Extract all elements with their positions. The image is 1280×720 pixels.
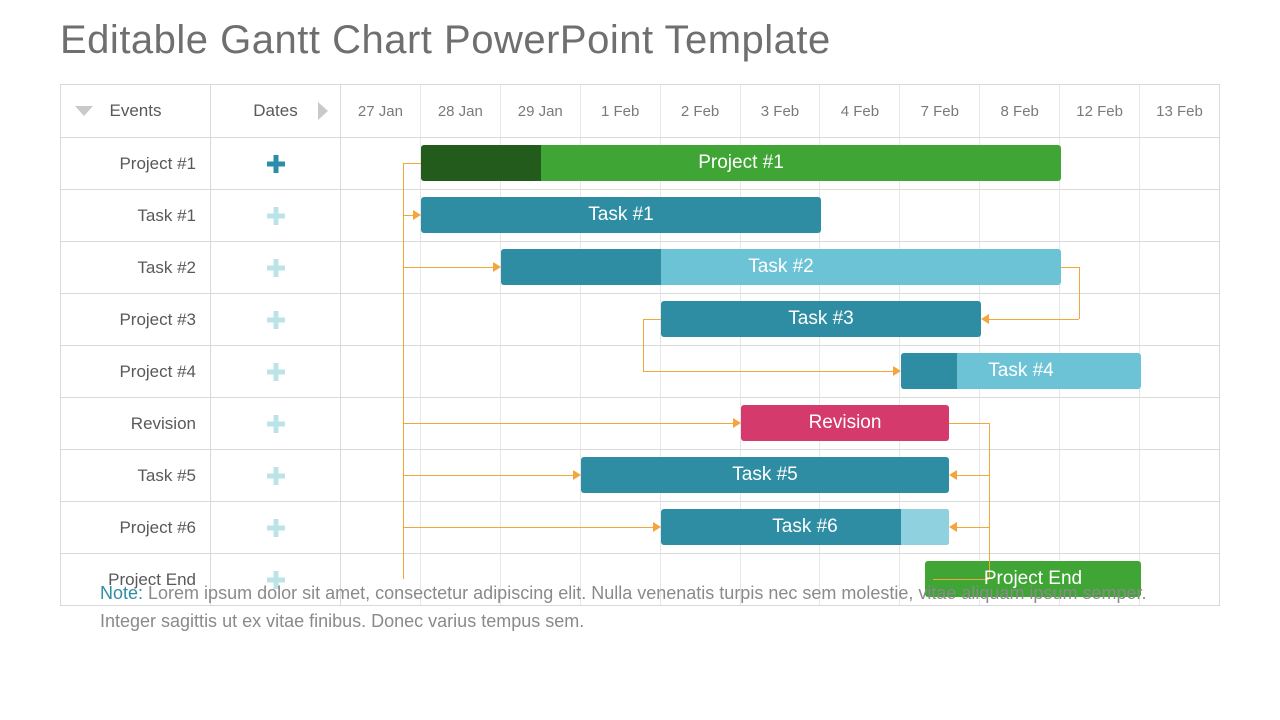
gantt-chart: Events Dates 27 Jan28 Jan29 Jan1 Feb2 Fe…	[60, 84, 1220, 606]
row-label: Revision	[61, 398, 211, 449]
header-dates-label: Dates	[253, 101, 297, 121]
row-expand[interactable]	[211, 450, 341, 501]
note-text: Lorem ipsum dolor sit amet, consectetur …	[100, 583, 1146, 631]
row-expand[interactable]	[211, 138, 341, 189]
task-bar[interactable]: Revision	[741, 405, 949, 441]
row-label: Task #2	[61, 242, 211, 293]
row-expand[interactable]	[211, 398, 341, 449]
task-bar-label: Task #4	[988, 360, 1053, 382]
task-bar-label: Task #6	[772, 516, 837, 538]
row-label: Project #6	[61, 502, 211, 553]
page-title: Editable Gantt Chart PowerPoint Template	[60, 18, 831, 63]
task-bar-label: Project End	[984, 568, 1082, 590]
gantt-row: Project #6	[61, 501, 1219, 553]
row-expand[interactable]	[211, 346, 341, 397]
row-label: Project #4	[61, 346, 211, 397]
task-bar[interactable]: Task #1	[421, 197, 821, 233]
task-bar[interactable]: Task #4	[901, 353, 1141, 389]
chevron-right-icon[interactable]	[318, 102, 328, 120]
gantt-row: Project #3	[61, 293, 1219, 345]
task-bar-label: Task #2	[748, 256, 813, 278]
task-bar[interactable]: Task #6	[661, 509, 949, 545]
plus-icon[interactable]	[267, 207, 285, 225]
plus-icon[interactable]	[267, 311, 285, 329]
date-col: 7 Feb	[900, 85, 980, 137]
date-col: 29 Jan	[501, 85, 581, 137]
header-events[interactable]: Events	[61, 85, 211, 137]
date-col: 3 Feb	[741, 85, 821, 137]
date-col: 2 Feb	[661, 85, 741, 137]
gantt-row: Revision	[61, 397, 1219, 449]
task-bar-label: Task #1	[588, 204, 653, 226]
date-col: 28 Jan	[421, 85, 501, 137]
task-bar[interactable]: Task #3	[661, 301, 981, 337]
plus-icon[interactable]	[267, 415, 285, 433]
header-events-label: Events	[110, 101, 162, 121]
row-expand[interactable]	[211, 502, 341, 553]
plus-icon[interactable]	[267, 259, 285, 277]
date-col: 12 Feb	[1060, 85, 1140, 137]
row-expand[interactable]	[211, 242, 341, 293]
note-label: Note:	[100, 583, 143, 603]
timeline-header: 27 Jan28 Jan29 Jan1 Feb2 Feb3 Feb4 Feb7 …	[341, 85, 1219, 137]
gantt-header-row: Events Dates 27 Jan28 Jan29 Jan1 Feb2 Fe…	[61, 85, 1219, 137]
date-col: 27 Jan	[341, 85, 421, 137]
row-label: Task #1	[61, 190, 211, 241]
row-label: Task #5	[61, 450, 211, 501]
task-bar-label: Revision	[809, 412, 882, 434]
header-dates[interactable]: Dates	[211, 85, 341, 137]
date-col: 4 Feb	[820, 85, 900, 137]
row-expand[interactable]	[211, 294, 341, 345]
plus-icon[interactable]	[267, 155, 285, 173]
plus-icon[interactable]	[267, 467, 285, 485]
task-bar[interactable]: Task #5	[581, 457, 949, 493]
date-col: 13 Feb	[1140, 85, 1219, 137]
plus-icon[interactable]	[267, 363, 285, 381]
row-expand[interactable]	[211, 190, 341, 241]
task-bar-label: Task #3	[788, 308, 853, 330]
row-label: Project #3	[61, 294, 211, 345]
plus-icon[interactable]	[267, 519, 285, 537]
row-label: Project #1	[61, 138, 211, 189]
chevron-down-icon[interactable]	[75, 106, 93, 116]
date-col: 1 Feb	[581, 85, 661, 137]
task-bar-label: Task #5	[732, 464, 797, 486]
task-bar[interactable]: Project #1	[421, 145, 1061, 181]
task-bar[interactable]: Task #2	[501, 249, 1061, 285]
task-bar-label: Project #1	[698, 152, 784, 174]
date-col: 8 Feb	[980, 85, 1060, 137]
